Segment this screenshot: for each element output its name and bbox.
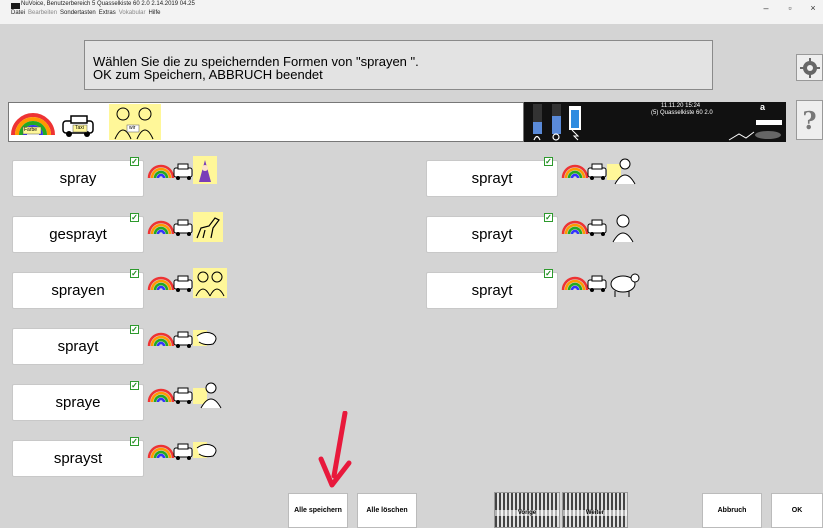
form-checkbox[interactable]: ✓: [544, 213, 553, 222]
form-checkbox[interactable]: ✓: [544, 157, 553, 166]
help-button[interactable]: ?: [796, 100, 823, 140]
word-form-button[interactable]: gesprayt: [12, 216, 144, 253]
previous-button-label: Vorige: [495, 510, 559, 516]
headphones-icon: [533, 133, 560, 141]
menu-item-extras[interactable]: Extras: [99, 10, 116, 16]
hand-icon: [147, 324, 231, 361]
title-bar: NuVoice, Benutzerbereich 5 Quasselkiste …: [0, 0, 823, 24]
status-letter: a: [760, 102, 766, 112]
form-checkbox[interactable]: ✓: [544, 269, 553, 278]
symbol-bar-pictures: [11, 104, 161, 140]
app-icon: [11, 3, 20, 9]
word-form-button[interactable]: sprayen: [12, 272, 144, 309]
instruction-line-2: OK zum Speichern, ABBRUCH beendet: [93, 67, 323, 82]
instruction-box: Wählen Sie die zu speichernden Formen vo…: [84, 40, 713, 90]
word-form-button[interactable]: sprayt: [12, 328, 144, 365]
symbol-label-wir: wir: [129, 125, 136, 131]
window-title: NuVoice, Benutzerbereich 5 Quasselkiste …: [21, 1, 195, 7]
woman-icon: [561, 212, 645, 249]
wizard-icon: [147, 156, 231, 193]
symbol-label-taxi: Taxi: [75, 125, 84, 131]
close-button[interactable]: ×: [805, 0, 821, 16]
word-form-button[interactable]: sprayt: [426, 216, 558, 253]
cancel-button[interactable]: Abbruch: [702, 493, 762, 528]
form-checkbox[interactable]: ✓: [130, 213, 139, 222]
word-form-button[interactable]: spraye: [12, 384, 144, 421]
status-profile: (5) Quasselkiste 60 2.0: [651, 110, 713, 116]
settings-button[interactable]: [796, 54, 823, 81]
form-checkbox[interactable]: ✓: [130, 437, 139, 446]
sheep-icon: [561, 268, 645, 305]
minimize-button[interactable]: –: [758, 0, 774, 16]
next-button[interactable]: Weiter: [562, 492, 628, 528]
menu-item-sondertasten[interactable]: Sondertasten: [60, 10, 96, 16]
previous-button[interactable]: Vorige: [494, 492, 560, 528]
person-icon: [561, 156, 645, 193]
ok-button[interactable]: OK: [771, 493, 823, 528]
form-checkbox[interactable]: ✓: [130, 325, 139, 334]
person-icon: [147, 380, 231, 417]
people-icon: [147, 268, 231, 305]
dinosaur-icon: [147, 212, 231, 249]
form-checkbox[interactable]: ✓: [130, 381, 139, 390]
save-all-button[interactable]: Alle speichern: [288, 493, 348, 528]
menu-item-hilfe[interactable]: Hilfe: [148, 10, 160, 16]
status-date: 11.11.20 15:24: [661, 103, 701, 109]
word-form-button[interactable]: sprayt: [426, 160, 558, 197]
symbol-message-bar[interactable]: Farbe Taxi wir: [8, 102, 524, 142]
hand-icon: [147, 436, 231, 473]
word-form-button[interactable]: sprayt: [426, 272, 558, 309]
menu-item-bearbeiten[interactable]: Bearbeiten: [28, 10, 57, 16]
symbol-label-farbe: Farbe: [24, 127, 38, 133]
red-arrow-annotation: [318, 411, 352, 488]
menu-item-vokabular[interactable]: Vokabular: [119, 10, 146, 16]
menu-bar: Datei Bearbeiten Sondertasten Extras Vokabul…: [11, 10, 163, 16]
chart-icon: [728, 131, 755, 141]
form-checkbox[interactable]: ✓: [130, 157, 139, 166]
menu-item-datei[interactable]: Datei: [11, 10, 25, 16]
form-checkbox[interactable]: ✓: [130, 269, 139, 278]
maximize-button[interactable]: ▫: [782, 0, 798, 16]
word-form-button[interactable]: spray: [12, 160, 144, 197]
word-form-button[interactable]: sprayst: [12, 440, 144, 477]
battery-icon: [569, 106, 581, 141]
status-indicators: [533, 104, 782, 141]
status-panel: 11.11.20 15:24 (5) Quasselkiste 60 2.0 a: [524, 102, 786, 142]
gear-icon: [799, 57, 820, 78]
delete-all-button[interactable]: Alle löschen: [357, 493, 417, 528]
next-button-label: Weiter: [563, 510, 627, 516]
volume-icon: [533, 104, 561, 134]
